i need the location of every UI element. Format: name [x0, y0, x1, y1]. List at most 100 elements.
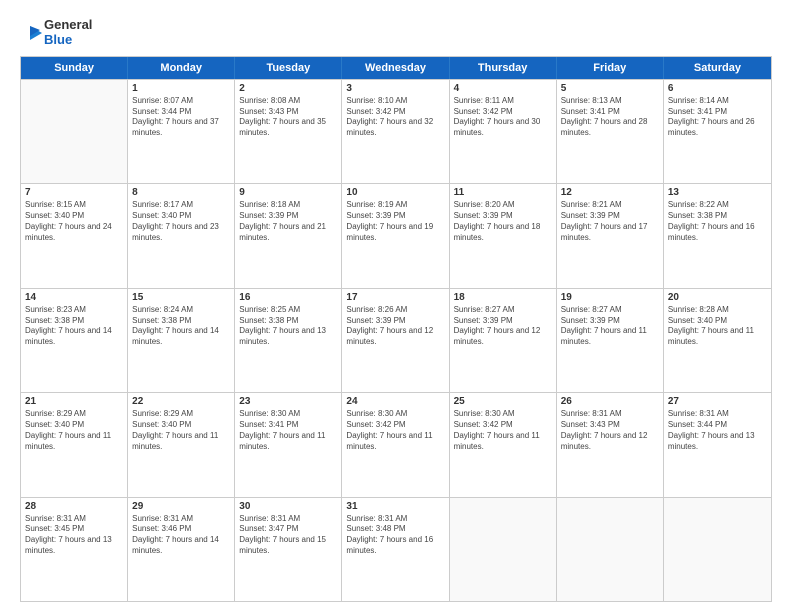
day-info: Sunrise: 8:21 AM Sunset: 3:39 PM Dayligh…: [561, 200, 659, 243]
logo: General Blue: [20, 18, 92, 48]
calendar-cell: 21 Sunrise: 8:29 AM Sunset: 3:40 PM Dayl…: [21, 393, 128, 496]
day-info: Sunrise: 8:14 AM Sunset: 3:41 PM Dayligh…: [668, 96, 767, 139]
day-info: Sunrise: 8:24 AM Sunset: 3:38 PM Dayligh…: [132, 305, 230, 348]
day-number: 14: [25, 292, 123, 303]
calendar-cell: 2 Sunrise: 8:08 AM Sunset: 3:43 PM Dayli…: [235, 80, 342, 183]
calendar-body: 1 Sunrise: 8:07 AM Sunset: 3:44 PM Dayli…: [21, 79, 771, 601]
day-info: Sunrise: 8:31 AM Sunset: 3:43 PM Dayligh…: [561, 409, 659, 452]
calendar-cell: 26 Sunrise: 8:31 AM Sunset: 3:43 PM Dayl…: [557, 393, 664, 496]
calendar-row-5: 28 Sunrise: 8:31 AM Sunset: 3:45 PM Dayl…: [21, 497, 771, 601]
calendar-cell: 25 Sunrise: 8:30 AM Sunset: 3:42 PM Dayl…: [450, 393, 557, 496]
day-number: 18: [454, 292, 552, 303]
calendar-cell: 8 Sunrise: 8:17 AM Sunset: 3:40 PM Dayli…: [128, 184, 235, 287]
day-info: Sunrise: 8:30 AM Sunset: 3:42 PM Dayligh…: [454, 409, 552, 452]
day-info: Sunrise: 8:07 AM Sunset: 3:44 PM Dayligh…: [132, 96, 230, 139]
calendar-cell: 12 Sunrise: 8:21 AM Sunset: 3:39 PM Dayl…: [557, 184, 664, 287]
day-info: Sunrise: 8:25 AM Sunset: 3:38 PM Dayligh…: [239, 305, 337, 348]
calendar-cell: 10 Sunrise: 8:19 AM Sunset: 3:39 PM Dayl…: [342, 184, 449, 287]
calendar-cell: 17 Sunrise: 8:26 AM Sunset: 3:39 PM Dayl…: [342, 289, 449, 392]
header-thursday: Thursday: [450, 57, 557, 79]
day-number: 10: [346, 187, 444, 198]
day-number: 26: [561, 396, 659, 407]
day-number: 4: [454, 83, 552, 94]
day-info: Sunrise: 8:11 AM Sunset: 3:42 PM Dayligh…: [454, 96, 552, 139]
day-number: 29: [132, 501, 230, 512]
logo-line2: Blue: [44, 33, 92, 48]
day-info: Sunrise: 8:20 AM Sunset: 3:39 PM Dayligh…: [454, 200, 552, 243]
header-tuesday: Tuesday: [235, 57, 342, 79]
calendar-cell: 18 Sunrise: 8:27 AM Sunset: 3:39 PM Dayl…: [450, 289, 557, 392]
day-number: 17: [346, 292, 444, 303]
day-info: Sunrise: 8:17 AM Sunset: 3:40 PM Dayligh…: [132, 200, 230, 243]
day-number: 13: [668, 187, 767, 198]
day-number: 25: [454, 396, 552, 407]
calendar-cell: 28 Sunrise: 8:31 AM Sunset: 3:45 PM Dayl…: [21, 498, 128, 601]
day-number: 3: [346, 83, 444, 94]
calendar-cell: 14 Sunrise: 8:23 AM Sunset: 3:38 PM Dayl…: [21, 289, 128, 392]
calendar-cell: 7 Sunrise: 8:15 AM Sunset: 3:40 PM Dayli…: [21, 184, 128, 287]
day-info: Sunrise: 8:27 AM Sunset: 3:39 PM Dayligh…: [561, 305, 659, 348]
day-number: 9: [239, 187, 337, 198]
calendar-header: Sunday Monday Tuesday Wednesday Thursday…: [21, 57, 771, 79]
day-info: Sunrise: 8:15 AM Sunset: 3:40 PM Dayligh…: [25, 200, 123, 243]
day-number: 12: [561, 187, 659, 198]
logo-line1: General: [44, 18, 92, 33]
calendar-cell: 29 Sunrise: 8:31 AM Sunset: 3:46 PM Dayl…: [128, 498, 235, 601]
day-info: Sunrise: 8:18 AM Sunset: 3:39 PM Dayligh…: [239, 200, 337, 243]
day-info: Sunrise: 8:29 AM Sunset: 3:40 PM Dayligh…: [25, 409, 123, 452]
day-number: 16: [239, 292, 337, 303]
calendar-cell: 13 Sunrise: 8:22 AM Sunset: 3:38 PM Dayl…: [664, 184, 771, 287]
calendar-row-2: 7 Sunrise: 8:15 AM Sunset: 3:40 PM Dayli…: [21, 183, 771, 287]
calendar-row-4: 21 Sunrise: 8:29 AM Sunset: 3:40 PM Dayl…: [21, 392, 771, 496]
day-number: 21: [25, 396, 123, 407]
day-info: Sunrise: 8:22 AM Sunset: 3:38 PM Dayligh…: [668, 200, 767, 243]
day-info: Sunrise: 8:31 AM Sunset: 3:44 PM Dayligh…: [668, 409, 767, 452]
header-sunday: Sunday: [21, 57, 128, 79]
calendar-cell: 22 Sunrise: 8:29 AM Sunset: 3:40 PM Dayl…: [128, 393, 235, 496]
day-number: 23: [239, 396, 337, 407]
calendar-cell: 30 Sunrise: 8:31 AM Sunset: 3:47 PM Dayl…: [235, 498, 342, 601]
day-number: 2: [239, 83, 337, 94]
calendar-cell: 3 Sunrise: 8:10 AM Sunset: 3:42 PM Dayli…: [342, 80, 449, 183]
calendar-cell: 27 Sunrise: 8:31 AM Sunset: 3:44 PM Dayl…: [664, 393, 771, 496]
header-saturday: Saturday: [664, 57, 771, 79]
day-number: 11: [454, 187, 552, 198]
day-info: Sunrise: 8:13 AM Sunset: 3:41 PM Dayligh…: [561, 96, 659, 139]
day-number: 24: [346, 396, 444, 407]
day-info: Sunrise: 8:31 AM Sunset: 3:45 PM Dayligh…: [25, 514, 123, 557]
header: General Blue: [20, 18, 772, 48]
day-info: Sunrise: 8:31 AM Sunset: 3:47 PM Dayligh…: [239, 514, 337, 557]
day-number: 31: [346, 501, 444, 512]
day-info: Sunrise: 8:19 AM Sunset: 3:39 PM Dayligh…: [346, 200, 444, 243]
day-info: Sunrise: 8:30 AM Sunset: 3:42 PM Dayligh…: [346, 409, 444, 452]
calendar-cell: 23 Sunrise: 8:30 AM Sunset: 3:41 PM Dayl…: [235, 393, 342, 496]
day-info: Sunrise: 8:26 AM Sunset: 3:39 PM Dayligh…: [346, 305, 444, 348]
day-info: Sunrise: 8:10 AM Sunset: 3:42 PM Dayligh…: [346, 96, 444, 139]
day-info: Sunrise: 8:28 AM Sunset: 3:40 PM Dayligh…: [668, 305, 767, 348]
day-number: 7: [25, 187, 123, 198]
day-info: Sunrise: 8:08 AM Sunset: 3:43 PM Dayligh…: [239, 96, 337, 139]
day-number: 27: [668, 396, 767, 407]
day-info: Sunrise: 8:27 AM Sunset: 3:39 PM Dayligh…: [454, 305, 552, 348]
day-number: 19: [561, 292, 659, 303]
day-info: Sunrise: 8:23 AM Sunset: 3:38 PM Dayligh…: [25, 305, 123, 348]
logo-bird-icon: [20, 22, 42, 44]
day-number: 15: [132, 292, 230, 303]
calendar-cell: 19 Sunrise: 8:27 AM Sunset: 3:39 PM Dayl…: [557, 289, 664, 392]
calendar-row-3: 14 Sunrise: 8:23 AM Sunset: 3:38 PM Dayl…: [21, 288, 771, 392]
day-info: Sunrise: 8:30 AM Sunset: 3:41 PM Dayligh…: [239, 409, 337, 452]
calendar-cell: [557, 498, 664, 601]
calendar-cell: 31 Sunrise: 8:31 AM Sunset: 3:48 PM Dayl…: [342, 498, 449, 601]
header-monday: Monday: [128, 57, 235, 79]
calendar-cell: [664, 498, 771, 601]
calendar-cell: 24 Sunrise: 8:30 AM Sunset: 3:42 PM Dayl…: [342, 393, 449, 496]
calendar-cell: 5 Sunrise: 8:13 AM Sunset: 3:41 PM Dayli…: [557, 80, 664, 183]
calendar-cell: 15 Sunrise: 8:24 AM Sunset: 3:38 PM Dayl…: [128, 289, 235, 392]
calendar-cell: [21, 80, 128, 183]
calendar-cell: 9 Sunrise: 8:18 AM Sunset: 3:39 PM Dayli…: [235, 184, 342, 287]
day-number: 30: [239, 501, 337, 512]
calendar-cell: 1 Sunrise: 8:07 AM Sunset: 3:44 PM Dayli…: [128, 80, 235, 183]
day-info: Sunrise: 8:31 AM Sunset: 3:46 PM Dayligh…: [132, 514, 230, 557]
calendar: Sunday Monday Tuesday Wednesday Thursday…: [20, 56, 772, 602]
calendar-cell: 20 Sunrise: 8:28 AM Sunset: 3:40 PM Dayl…: [664, 289, 771, 392]
